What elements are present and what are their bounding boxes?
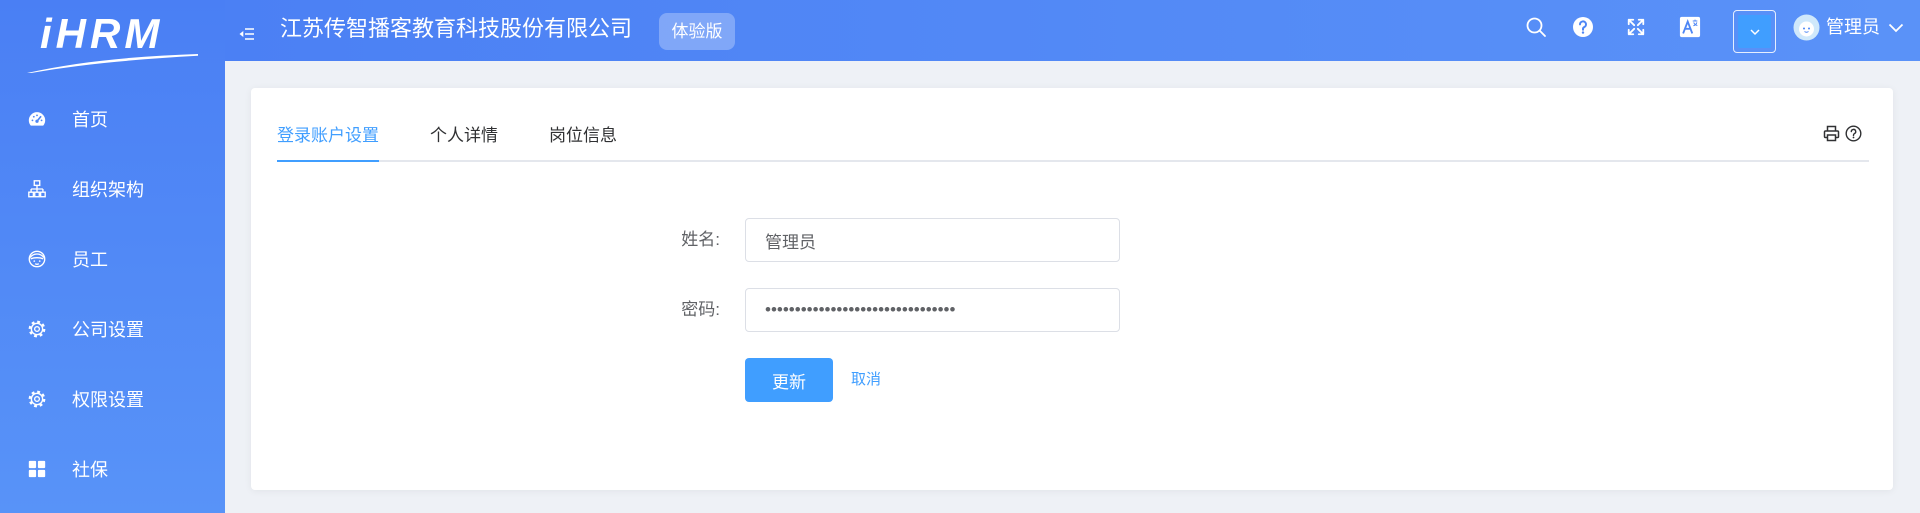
tab-tools: [1823, 125, 1862, 142]
sidebar-item-organization[interactable]: 组织架构: [0, 154, 225, 224]
main-content: 登录账户设置 个人详情 岗位信息 姓名: 管理员 密码: •••••••••••…: [225, 61, 1920, 513]
name-label: 姓名:: [681, 230, 720, 249]
help-circle-icon[interactable]: [1845, 125, 1862, 142]
theme-color-picker[interactable]: [1733, 10, 1776, 53]
gear-icon: [27, 319, 47, 339]
translate-icon[interactable]: [1679, 16, 1701, 38]
logo[interactable]: iHRM: [0, 0, 225, 84]
search-icon[interactable]: [1525, 16, 1547, 38]
fullscreen-icon[interactable]: [1626, 17, 1646, 37]
sidebar-item-label: 公司设置: [72, 320, 144, 340]
logo-text: iHRM: [40, 10, 164, 57]
help-icon[interactable]: [1572, 16, 1594, 38]
edition-badge: 体验版: [659, 13, 735, 50]
collapse-menu-icon[interactable]: [239, 27, 254, 41]
sidebar-item-social-security[interactable]: 社保: [0, 434, 225, 504]
update-button[interactable]: 更新: [745, 358, 833, 402]
sidebar-item-label: 社保: [72, 460, 108, 480]
password-input[interactable]: [745, 288, 1120, 332]
form-row-password: 密码:: [251, 288, 1893, 332]
dashboard-icon: [27, 109, 47, 129]
name-input[interactable]: [745, 218, 1120, 262]
org-chart-icon: [27, 179, 47, 199]
chevron-down-icon: [1888, 23, 1904, 33]
tab-position-info[interactable]: 岗位信息: [549, 112, 617, 160]
sidebar-item-label: 组织架构: [72, 180, 144, 200]
chevron-down-icon: [1749, 28, 1760, 35]
theme-color-swatch: [1738, 15, 1771, 48]
sidebar-item-permission-settings[interactable]: 权限设置: [0, 364, 225, 434]
sidebar-menu: 首页 组织架构 员工 公司设置 权限设置 社保: [0, 84, 225, 504]
cancel-button[interactable]: 取消: [851, 358, 881, 402]
gear-icon: [27, 389, 47, 409]
sidebar-item-label: 首页: [72, 110, 108, 130]
sidebar-item-company-settings[interactable]: 公司设置: [0, 294, 225, 364]
sidebar-item-label: 权限设置: [72, 390, 144, 410]
top-navbar: 江苏传智播客教育科技股份有限公司 体验版 管理员: [225, 0, 1920, 61]
password-label: 密码:: [681, 300, 720, 319]
form-row-name: 姓名:: [251, 218, 1893, 262]
tab-personal-details[interactable]: 个人详情: [430, 112, 498, 160]
user-menu[interactable]: 管理员: [1793, 0, 1908, 54]
tab-bar: 登录账户设置 个人详情 岗位信息: [277, 112, 1869, 162]
employee-icon: [27, 249, 47, 269]
company-name: 江苏传智播客教育科技股份有限公司: [280, 16, 633, 41]
user-name: 管理员: [1826, 17, 1880, 37]
grid-icon: [27, 459, 47, 479]
tab-login-account-settings[interactable]: 登录账户设置: [277, 112, 379, 162]
avatar: [1793, 14, 1820, 41]
form-actions: 更新 取消: [251, 358, 1893, 402]
sidebar: iHRM 首页 组织架构 员工 公司设置 权限设置 社保: [0, 0, 225, 513]
sidebar-item-label: 员工: [72, 250, 108, 270]
sidebar-item-home[interactable]: 首页: [0, 84, 225, 154]
print-icon[interactable]: [1823, 125, 1840, 142]
settings-card: 登录账户设置 个人详情 岗位信息 姓名: 管理员 密码: •••••••••••…: [251, 88, 1893, 490]
sidebar-item-employees[interactable]: 员工: [0, 224, 225, 294]
